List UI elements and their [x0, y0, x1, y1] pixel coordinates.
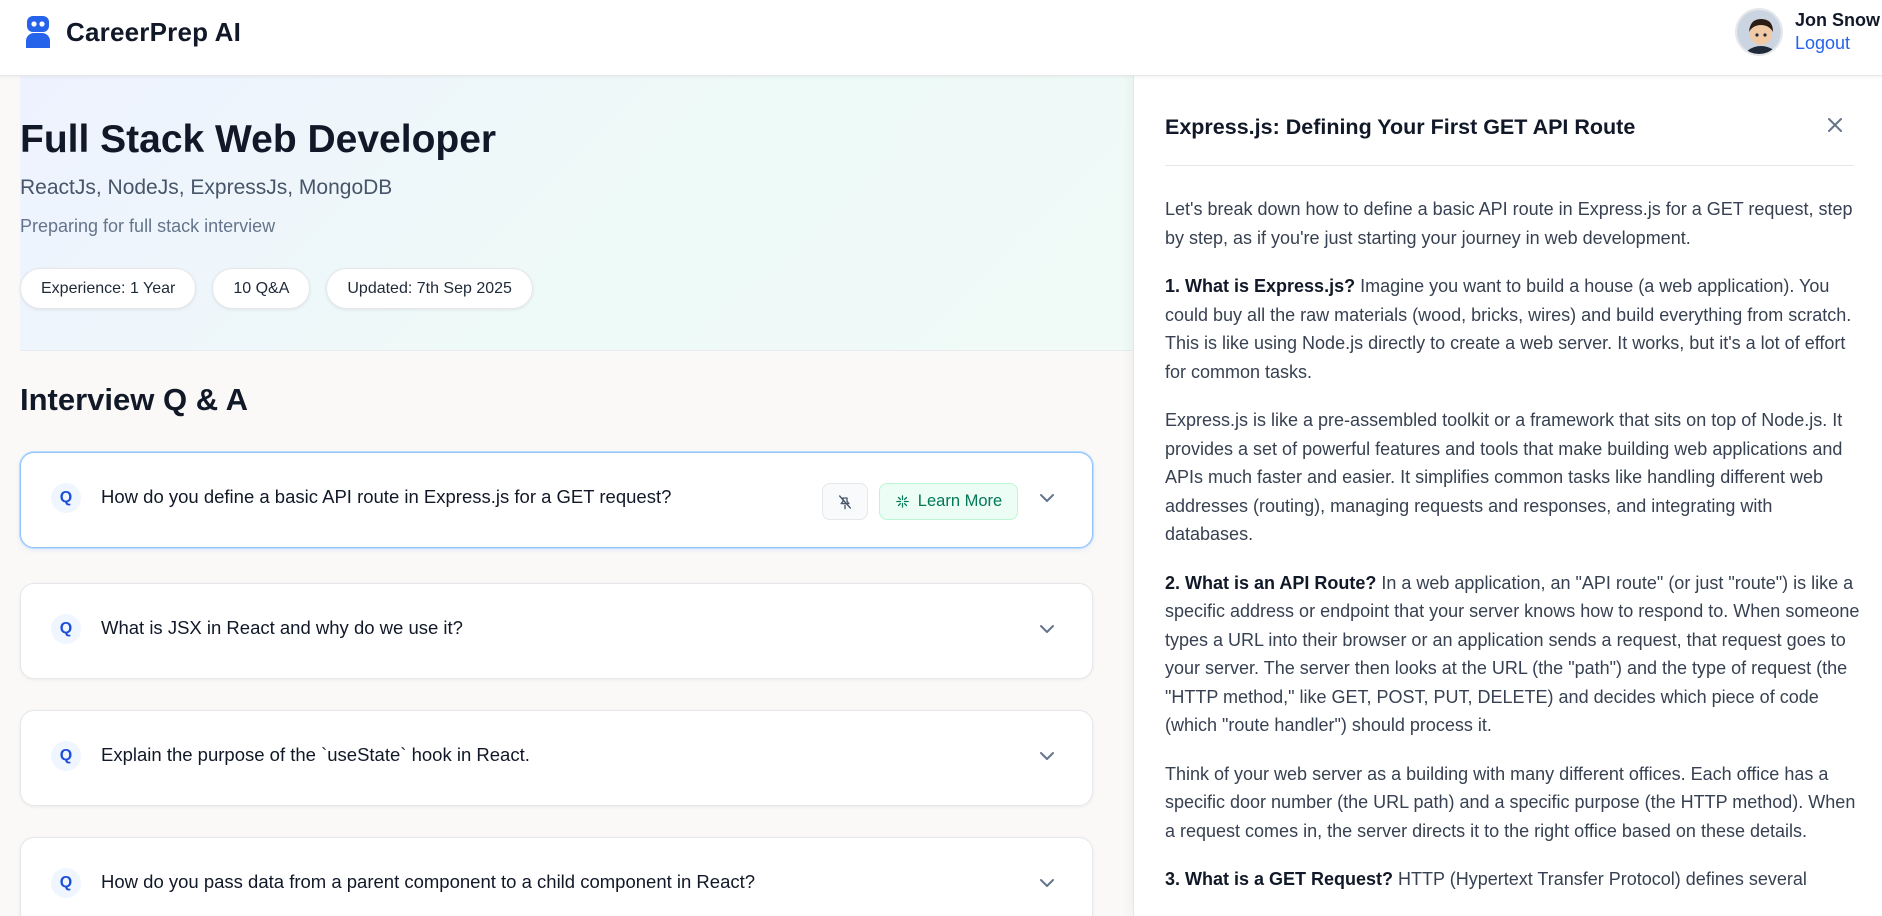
close-icon[interactable]: [1824, 114, 1846, 136]
chevron-down-icon[interactable]: [1038, 876, 1056, 890]
qa-card[interactable]: Q How do you pass data from a parent com…: [20, 837, 1093, 916]
explanation-paragraph: Think of your web server as a building w…: [1165, 760, 1861, 846]
skills-text: ReactJs, NodeJs, ExpressJs, MongoDB: [20, 176, 393, 199]
paragraph-text: Express.js is like a pre-assembled toolk…: [1165, 410, 1843, 544]
robot-icon: [24, 14, 52, 50]
explanation-paragraph: 3. What is a GET Request? HTTP (Hypertex…: [1165, 865, 1861, 894]
question-text: How do you pass data from a parent compo…: [101, 871, 756, 892]
user-meta: Jon Snow Logout: [1795, 10, 1882, 54]
learn-more-label: Learn More: [917, 492, 1003, 510]
session-description: Preparing for full stack interview: [20, 216, 276, 236]
page-title: Full Stack Web Developer: [20, 118, 497, 161]
session-hero: Full Stack Web Developer ReactJs, NodeJs…: [20, 76, 1133, 351]
qa-card[interactable]: Q How do you define a basic API route in…: [20, 452, 1093, 548]
avatar[interactable]: [1735, 8, 1783, 56]
paragraph-text: HTTP (Hypertext Transfer Protocol) defin…: [1393, 869, 1807, 889]
question-badge: Q: [51, 868, 81, 898]
drawer-header: Express.js: Defining Your First GET API …: [1165, 76, 1854, 166]
user-menu: Jon Snow Logout: [1735, 8, 1882, 56]
updated-chip: Updated: 7th Sep 2025: [326, 268, 533, 309]
session-chips: Experience: 1 Year 10 Q&A Updated: 7th S…: [20, 268, 533, 309]
logout-link[interactable]: Logout: [1795, 33, 1880, 54]
drawer-body: Let's break down how to define a basic A…: [1165, 195, 1861, 914]
explanation-paragraph: Express.js is like a pre-assembled toolk…: [1165, 406, 1861, 549]
unpin-button[interactable]: [822, 483, 868, 520]
paragraph-text: In a web application, an "API route" (or…: [1165, 572, 1860, 736]
chevron-down-icon[interactable]: [1038, 491, 1056, 505]
explanation-paragraph: 2. What is an API Route? In a web applic…: [1165, 569, 1861, 740]
paragraph-lead: 3. What is a GET Request?: [1165, 869, 1394, 889]
learn-more-drawer: Express.js: Defining Your First GET API …: [1133, 76, 1882, 916]
chevron-down-icon[interactable]: [1038, 749, 1056, 763]
paragraph-lead: 2. What is an API Route?: [1165, 572, 1377, 593]
qa-card[interactable]: Q Explain the purpose of the `useState` …: [20, 710, 1093, 806]
question-text: What is JSX in React and why do we use i…: [101, 617, 463, 638]
qa-count-chip: 10 Q&A: [212, 268, 311, 309]
top-navbar: CareerPrep AI Jon Snow Logout: [0, 0, 1882, 76]
learn-more-button[interactable]: Learn More: [879, 483, 1018, 520]
drawer-title: Express.js: Defining Your First GET API …: [1165, 115, 1636, 139]
qa-heading: Interview Q & A: [20, 382, 248, 417]
user-name: Jon Snow: [1795, 10, 1880, 30]
experience-chip: Experience: 1 Year: [20, 268, 197, 309]
brand[interactable]: CareerPrep AI: [24, 14, 241, 50]
explanation-paragraph: Let's break down how to define a basic A…: [1165, 195, 1861, 252]
main-content: Full Stack Web Developer ReactJs, NodeJs…: [0, 76, 1133, 916]
paragraph-text: Think of your web server as a building w…: [1165, 763, 1856, 841]
sparkle-icon: [896, 495, 909, 508]
question-badge: Q: [51, 614, 81, 644]
app-name: CareerPrep AI: [66, 16, 242, 47]
qa-card[interactable]: Q What is JSX in React and why do we use…: [20, 583, 1093, 679]
question-badge: Q: [51, 483, 81, 513]
explanation-paragraph: 1. What is Express.js? Imagine you want …: [1165, 272, 1861, 386]
question-text: Explain the purpose of the `useState` ho…: [101, 744, 530, 765]
paragraph-text: Let's break down how to define a basic A…: [1165, 199, 1853, 248]
question-text: How do you define a basic API route in E…: [101, 486, 672, 507]
pin-off-icon: [839, 494, 851, 509]
question-badge: Q: [51, 741, 81, 771]
chevron-down-icon[interactable]: [1038, 622, 1056, 636]
paragraph-lead: 1. What is Express.js?: [1165, 276, 1356, 296]
